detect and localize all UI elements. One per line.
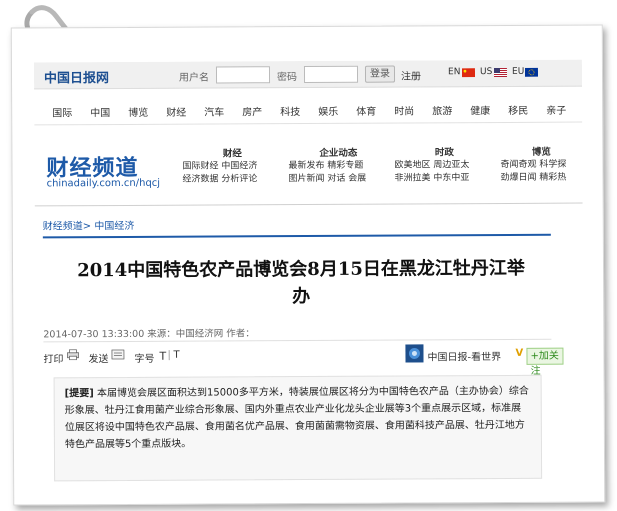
nav-item[interactable]: 房产 <box>242 103 262 118</box>
headline-line: 办 <box>292 285 311 308</box>
nav-item[interactable]: 移民 <box>508 102 528 117</box>
summary-text: 本届博览会展区面积达到15000多平方米，特装展位展区将分为中国特色农产品（主办… <box>64 385 529 451</box>
verified-badge-icon: V <box>515 347 524 359</box>
lang-en-link[interactable]: EN <box>448 67 460 77</box>
top-bar: 中国日报网 用户名 密码 登录 注册 EN US EU <box>33 59 583 90</box>
group-heading[interactable]: 博览 <box>500 146 582 159</box>
nav-item[interactable]: 体育 <box>356 103 376 118</box>
group-links[interactable]: 奇闻奇观 科学探 <box>500 159 582 172</box>
group-links[interactable]: 非洲拉美 中东中亚 <box>395 172 495 186</box>
group-links[interactable]: 最新发布 精彩专题 <box>288 160 388 174</box>
register-link[interactable]: 注册 <box>401 67 421 82</box>
group-heading[interactable]: 企业动态 <box>288 147 388 161</box>
font-size-label: 字号 <box>134 353 155 365</box>
us-flag-icon[interactable] <box>493 67 508 78</box>
article-summary: [提要] 本届博览会展区面积达到15000多平方米，特装展位展区将分为中国特色农… <box>53 374 543 482</box>
screenshot-card: 中国日报网 用户名 密码 登录 注册 EN US EU 国际 中国 博览 财经 … <box>10 24 606 506</box>
weibo-account-name[interactable]: 中国日报-看世界 <box>427 348 501 363</box>
nav-item[interactable]: 科技 <box>280 103 300 118</box>
group-heading[interactable]: 财经 <box>182 147 282 161</box>
nav-item[interactable]: 亲子 <box>546 102 566 117</box>
group-links[interactable]: 欧美地区 周边亚太 <box>394 159 494 173</box>
follow-button[interactable]: +加关注 <box>526 347 564 377</box>
main-nav: 国际 中国 博览 财经 汽车 房产 科技 娱乐 体育 时尚 旅游 健康 移民 亲… <box>34 100 582 123</box>
font-large-button[interactable]: T <box>159 350 166 363</box>
nav-item[interactable]: 国际 <box>52 104 72 119</box>
group-links[interactable]: 图片新闻 对话 会展 <box>289 173 389 187</box>
nav-divider <box>34 121 583 126</box>
send-icon[interactable] <box>111 349 125 360</box>
article-tools: 打印 发送 字号 T | T 中国日报-看世界 V +加关注 <box>43 344 564 377</box>
nav-item[interactable]: 时尚 <box>394 102 414 117</box>
breadcrumb[interactable]: 财经频道> 中国经济 <box>43 217 135 232</box>
print-link[interactable]: 打印 <box>43 350 63 365</box>
group-links[interactable]: 劲爆日闻 精彩热 <box>501 172 583 185</box>
group-heading[interactable]: 时政 <box>394 146 494 160</box>
password-label: 密码 <box>276 72 298 84</box>
lang-us-link[interactable]: US <box>480 67 492 77</box>
channel-group-business: 企业动态 最新发布 精彩专题 图片新闻 对话 会展 <box>288 147 388 187</box>
username-input[interactable] <box>215 66 271 84</box>
channel-group-expo: 博览 奇闻奇观 科学探 劲爆日闻 精彩热 <box>500 146 582 185</box>
channel-group-politics: 时政 欧美地区 周边亚太 非洲拉美 中东中亚 <box>394 146 494 186</box>
channel-url[interactable]: chinadaily.com.cn/hqcj <box>47 178 161 190</box>
site-logo[interactable]: 中国日报网 <box>44 67 109 86</box>
headline-line: 2014中国特色农产品博览会8月15日在黑龙江牡丹江举 <box>77 257 525 282</box>
group-links[interactable]: 国际财经 中国经济 <box>182 160 282 174</box>
summary-paragraph: [提要] 本届博览会展区面积达到15000多平方米，特装展位展区将分为中国特色农… <box>55 376 541 461</box>
font-separator: | <box>167 349 171 361</box>
header-divider <box>34 202 583 207</box>
china-flag-icon[interactable] <box>461 68 476 78</box>
font-small-button[interactable]: T <box>173 350 179 361</box>
nav-item[interactable]: 博览 <box>128 104 148 119</box>
nav-item[interactable]: 旅游 <box>432 102 452 117</box>
summary-label: [提要] <box>64 388 94 400</box>
article-headline: 2014中国特色农产品博览会8月15日在黑龙江牡丹江举 办 <box>43 255 559 312</box>
channel-group-finance: 财经 国际财经 中国经济 经济数据 分析评论 <box>182 147 282 187</box>
webpage: 中国日报网 用户名 密码 登录 注册 EN US EU 国际 中国 博览 财经 … <box>33 59 584 493</box>
group-links[interactable]: 经济数据 分析评论 <box>183 173 283 187</box>
nav-item[interactable]: 财经 <box>166 104 186 119</box>
lang-eu-link[interactable]: EU <box>512 67 524 77</box>
send-link[interactable]: 发送 <box>88 350 108 365</box>
password-input[interactable] <box>303 65 359 84</box>
nav-item[interactable]: 汽车 <box>204 103 224 118</box>
username-label: 用户名 <box>178 72 210 84</box>
nav-item[interactable]: 娱乐 <box>318 103 338 118</box>
nav-item[interactable]: 中国 <box>90 104 110 119</box>
printer-icon[interactable] <box>66 349 79 361</box>
login-button[interactable]: 登录 <box>364 65 396 83</box>
weibo-avatar-icon[interactable] <box>405 344 424 363</box>
breadcrumb-divider <box>42 233 551 239</box>
eu-flag-icon[interactable] <box>524 67 539 77</box>
article-meta: 2014-07-30 13:33:00 来源：中国经济网 作者： <box>43 328 255 341</box>
nav-item[interactable]: 健康 <box>470 102 490 117</box>
